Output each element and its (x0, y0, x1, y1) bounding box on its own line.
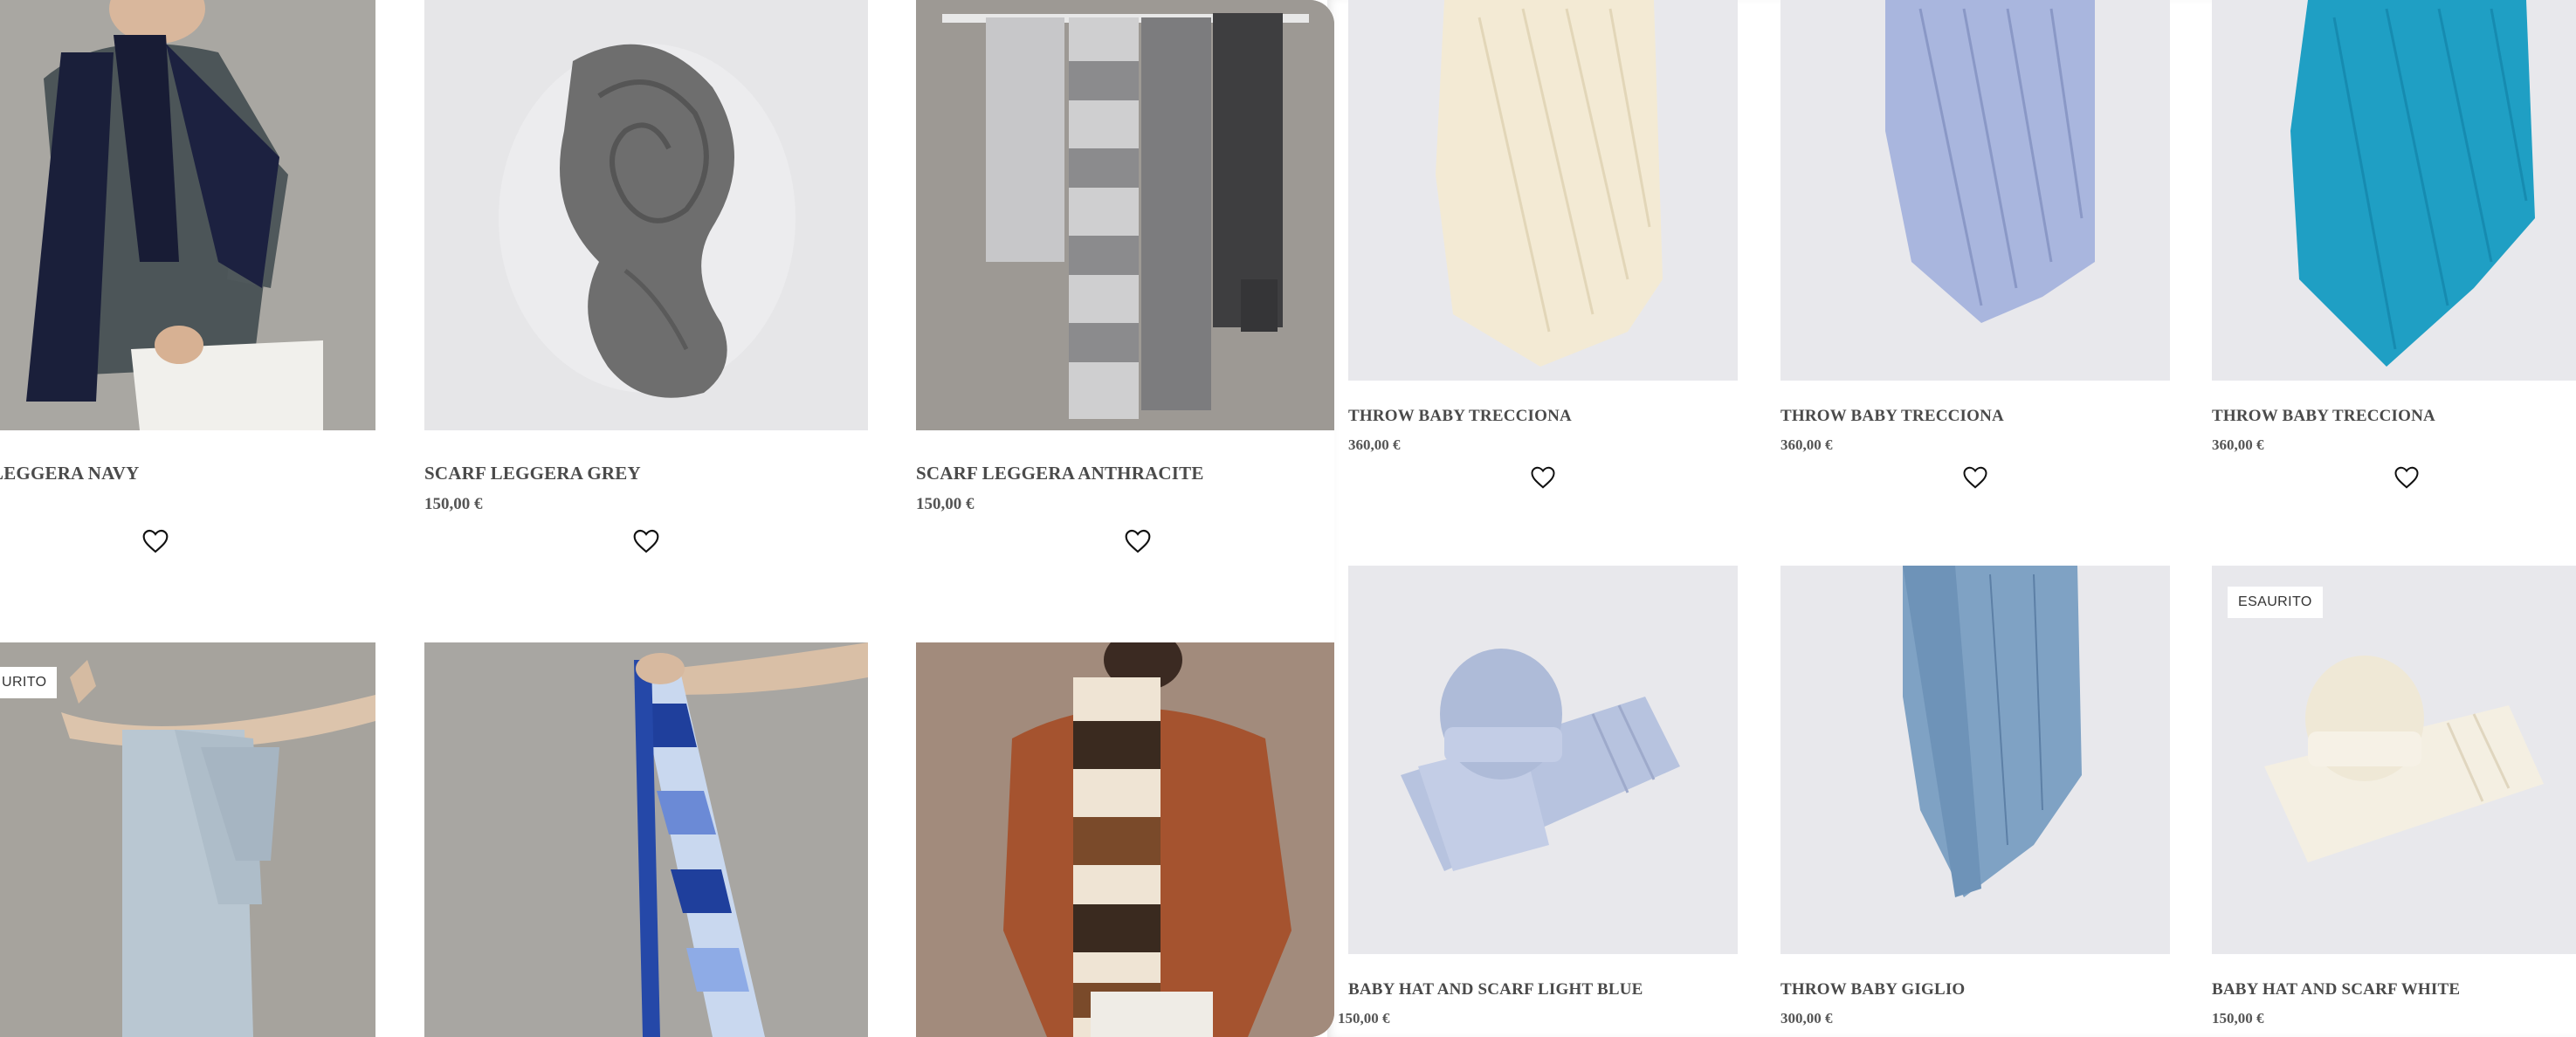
product-image-brown-striped-scarf-model[interactable] (916, 642, 1334, 1037)
product-price: 360,00 € (1348, 436, 1401, 453)
wishlist-heart-icon[interactable] (1530, 464, 1556, 491)
sold-out-badge: URITO (0, 667, 58, 698)
product-title[interactable]: THROW BABY TRECCIONA (1348, 407, 1572, 426)
product-price: 150,00 € (1338, 1010, 1390, 1027)
product-price: 300,00 € (1780, 1010, 1833, 1027)
product-title[interactable]: THROW BABY TRECCIONA (2212, 407, 2435, 426)
product-card[interactable]: URITO (0, 642, 375, 1037)
product-price: 360,00 € (2212, 436, 2264, 453)
left-product-grid-panel: LEGGERA NAVY SCARF LEGGERA GREY 150,00 € (0, 0, 1334, 1037)
wishlist-heart-icon[interactable] (2393, 464, 2420, 491)
product-card[interactable]: SCARF LEGGERA GREY 150,00 € (424, 0, 868, 611)
product-card[interactable] (916, 642, 1334, 1037)
product-card[interactable]: BABY HAT AND SCARF LIGHT BLUE 150,00 € (1338, 566, 1738, 1037)
product-image-blue-giglio-throw[interactable] (1780, 566, 2170, 954)
product-image-grey-scarf[interactable] (424, 0, 868, 430)
wishlist-heart-icon[interactable] (632, 527, 660, 555)
product-price: 150,00 € (424, 495, 483, 513)
product-title[interactable]: THROW BABY GIGLIO (1780, 980, 1965, 999)
wishlist-heart-icon[interactable] (1962, 464, 1988, 491)
product-image-anthracite-scarves-rack[interactable] (916, 0, 1334, 430)
product-title[interactable]: BABY HAT AND SCARF WHITE (2212, 980, 2460, 999)
product-price: 150,00 € (2212, 1010, 2264, 1027)
product-card[interactable]: THROW BABY TRECCIONA 360,00 € (1348, 0, 1738, 559)
product-title[interactable]: THROW BABY TRECCIONA (1780, 407, 2004, 426)
product-price: 150,00 € (916, 495, 975, 513)
product-card[interactable]: LEGGERA NAVY (0, 0, 375, 611)
product-title[interactable]: BABY HAT AND SCARF LIGHT BLUE (1348, 980, 1643, 999)
product-card[interactable]: THROW BABY TRECCIONA 360,00 € (1780, 0, 2170, 559)
product-card[interactable]: THROW BABY TRECCIONA 360,00 € (2212, 0, 2576, 559)
product-image-cream-throw[interactable] (1348, 0, 1738, 381)
product-title[interactable]: SCARF LEGGERA ANTHRACITE (916, 463, 1204, 484)
wishlist-heart-icon[interactable] (1124, 527, 1152, 555)
product-image-navy-scarf-model[interactable] (0, 0, 375, 430)
sold-out-badge: ESAURITO (2228, 587, 2323, 618)
product-image-light-blue-throw[interactable] (1780, 0, 2170, 381)
product-card[interactable]: ESAURITO BABY HAT AND SCARF WHITE 150,00… (2212, 566, 2576, 1037)
product-title[interactable]: LEGGERA NAVY (0, 463, 139, 484)
product-image-teal-throw[interactable] (2212, 0, 2576, 381)
product-price: 360,00 € (1780, 436, 1833, 453)
product-image-light-blue-scarf-arm[interactable] (0, 642, 375, 1037)
product-card[interactable]: THROW BABY GIGLIO 300,00 € (1780, 566, 2170, 1037)
wishlist-heart-icon[interactable] (141, 527, 169, 555)
product-image-light-blue-hat-scarf[interactable] (1348, 566, 1738, 954)
product-image-blue-striped-scarf[interactable] (424, 642, 868, 1037)
product-card[interactable] (424, 642, 868, 1037)
right-product-grid-panel: THROW BABY TRECCIONA 360,00 € THROW BABY… (1327, 0, 2576, 1037)
product-image-white-hat-scarf[interactable] (2212, 566, 2576, 954)
product-title[interactable]: SCARF LEGGERA GREY (424, 463, 641, 484)
product-card[interactable]: SCARF LEGGERA ANTHRACITE 150,00 € (916, 0, 1334, 611)
